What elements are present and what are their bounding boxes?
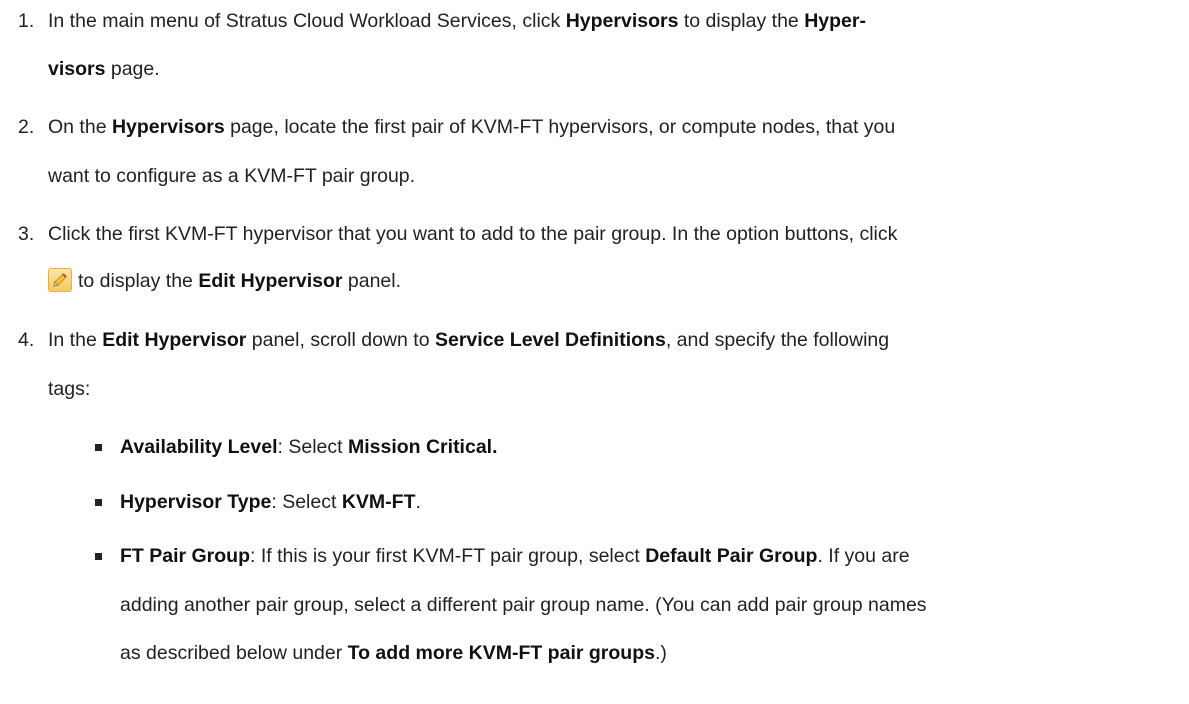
ui-term-service-level-definitions: Service Level Definitions [434, 329, 666, 351]
bullet-text-line: adding another pair group, select a diff… [120, 594, 927, 616]
bullet-marker [95, 499, 102, 506]
bullet-text-line: Hypervisor Type: Select KVM-FT. [120, 491, 421, 513]
step-number: 1. [18, 10, 35, 32]
step-text-line: to display the Edit Hypervisor panel. [48, 268, 401, 293]
step-text-line: visors page. [48, 58, 160, 80]
step-text-line: tags: [48, 378, 91, 400]
step-text-line: In the main menu of Stratus Cloud Worklo… [48, 10, 866, 32]
step-text-line: want to configure as a KVM-FT pair group… [48, 165, 416, 187]
pencil-edit-icon [48, 268, 72, 292]
section-reference-link: To add more KVM-FT pair groups [347, 642, 655, 664]
step-text-line: Click the first KVM-FT hypervisor that y… [48, 223, 898, 245]
step-number: 4. [18, 329, 35, 351]
step-number: 2. [18, 116, 35, 138]
ui-term-hypervisors-split: Hyper- [804, 10, 866, 32]
bullet-marker [95, 553, 102, 560]
document-page: 1. In the main menu of Stratus Cloud Wor… [0, 0, 1189, 704]
step-text-line: On the Hypervisors page, locate the firs… [48, 116, 896, 138]
ui-term-hypervisors: Hypervisors [111, 116, 225, 138]
bullet-text-line: Availability Level: Select Mission Criti… [120, 436, 498, 458]
step-text-line: In the Edit Hypervisor panel, scroll dow… [48, 329, 890, 351]
ui-term-edit-hypervisor: Edit Hypervisor [198, 270, 343, 292]
ui-term-hypervisors: Hypervisors [565, 10, 679, 32]
bullet-marker [95, 444, 102, 451]
bullet-text-line: FT Pair Group: If this is your first KVM… [120, 545, 910, 567]
step-number: 3. [18, 223, 35, 245]
ui-term-edit-hypervisor: Edit Hypervisor [102, 329, 247, 351]
bullet-text-line: as described below under To add more KVM… [120, 642, 667, 664]
